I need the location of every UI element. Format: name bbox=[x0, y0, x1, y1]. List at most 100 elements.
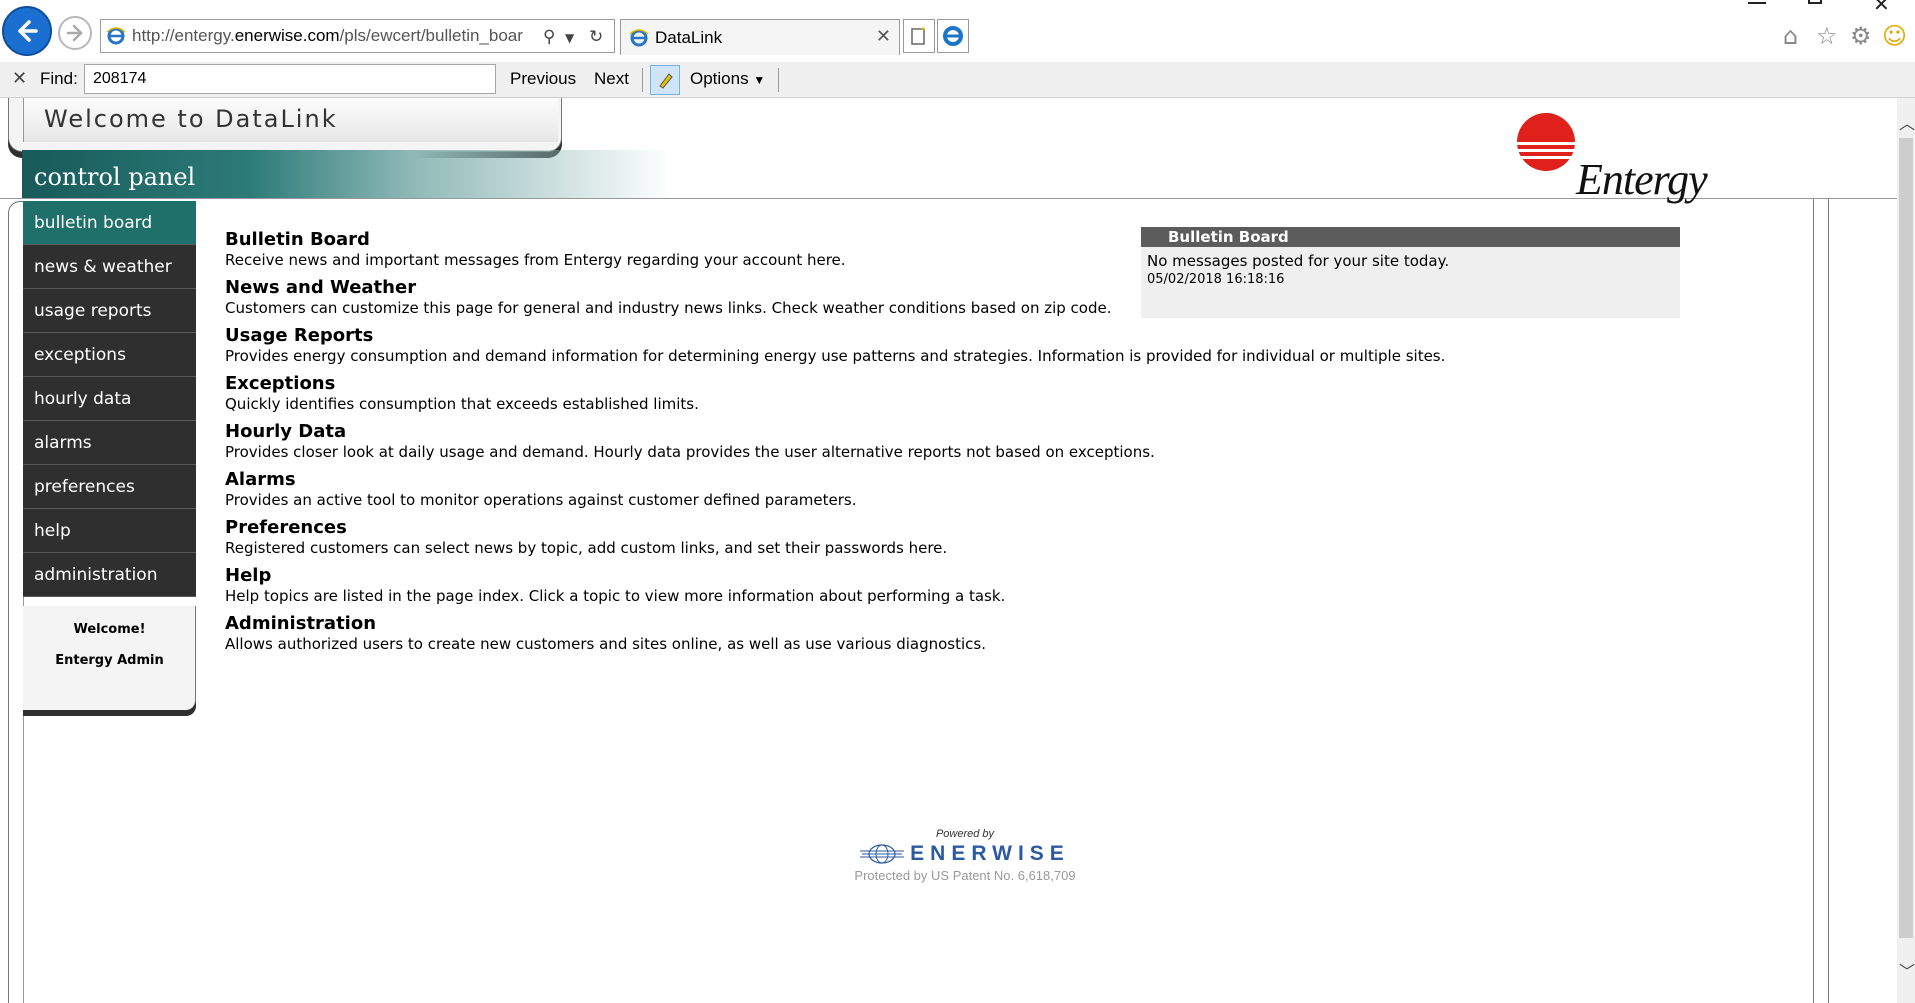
new-tab-icon bbox=[911, 27, 925, 45]
user-welcome-box: Welcome! Entergy Admin bbox=[23, 606, 196, 710]
welcome-inner: Welcome to DataLink bbox=[23, 98, 558, 142]
tab-title: DataLink bbox=[655, 27, 723, 47]
url-prefix: http://entergy. bbox=[132, 26, 235, 45]
frame-border bbox=[8, 201, 24, 1003]
find-options-label: Options bbox=[690, 69, 749, 88]
nav-item-administration[interactable]: administration bbox=[23, 553, 196, 597]
find-input[interactable] bbox=[84, 64, 496, 94]
search-icon[interactable]: ⚲ bbox=[543, 27, 555, 47]
welcome-header: Welcome to DataLink bbox=[8, 98, 562, 152]
section-title: Exceptions bbox=[225, 373, 336, 394]
powered-by-footer: Powered by ENERWISE Protected by US Pate… bbox=[840, 828, 1090, 888]
section-preferences: Preferences Registered customers can sel… bbox=[225, 517, 1525, 565]
tab-datalink[interactable]: DataLink ✕ bbox=[620, 19, 900, 55]
find-bar: ✕ Find: Previous Next Options ▼ bbox=[0, 62, 1915, 98]
find-separator bbox=[778, 68, 779, 92]
section-description: Quickly identifies consumption that exce… bbox=[225, 395, 699, 413]
section-description: Provides closer look at daily usage and … bbox=[225, 443, 1155, 461]
scrollbar-thumb[interactable] bbox=[1899, 138, 1913, 938]
find-separator bbox=[642, 68, 643, 92]
nav-item-alarms[interactable]: alarms bbox=[23, 421, 196, 465]
bulletin-panel-header: Bulletin Board bbox=[1141, 227, 1680, 247]
control-panel-banner: control panel bbox=[22, 150, 672, 198]
scroll-down-icon[interactable]: ﹀ bbox=[1899, 958, 1915, 982]
enerwise-logo: ENERWISE bbox=[840, 842, 1090, 866]
bulletin-message: No messages posted for your site today. bbox=[1147, 252, 1450, 270]
url-domain: enerwise.com bbox=[234, 26, 340, 45]
highlight-button[interactable] bbox=[650, 65, 680, 95]
edge-button[interactable] bbox=[937, 19, 969, 53]
section-title: Usage Reports bbox=[225, 325, 374, 346]
tab-close-icon[interactable]: ✕ bbox=[876, 26, 891, 47]
section-hourly-data: Hourly Data Provides closer look at dail… bbox=[225, 421, 1525, 469]
find-close-icon[interactable]: ✕ bbox=[12, 68, 27, 89]
vertical-scrollbar[interactable]: ︿ ﹀ bbox=[1897, 98, 1915, 1003]
edge-icon bbox=[943, 26, 963, 46]
highlighter-icon bbox=[659, 73, 673, 89]
section-alarms: Alarms Provides an active tool to monito… bbox=[225, 469, 1525, 517]
welcome-line: Welcome! bbox=[73, 622, 146, 637]
url-suffix: /pls/ewcert/bulletin_boar bbox=[339, 26, 523, 45]
nav-item-exceptions[interactable]: exceptions bbox=[23, 333, 196, 377]
back-arrow-icon bbox=[18, 20, 38, 42]
find-next-button[interactable]: Next bbox=[594, 69, 629, 89]
nav-item-news-weather[interactable]: news & weather bbox=[23, 245, 196, 289]
back-button[interactable] bbox=[2, 6, 52, 56]
window-minimize-button[interactable] bbox=[1748, 0, 1766, 4]
entergy-logo: Entergy bbox=[1516, 112, 1726, 204]
section-title: Administration bbox=[225, 613, 377, 634]
star-icon[interactable]: ☆ bbox=[1816, 22, 1838, 50]
nav-item-preferences[interactable]: preferences bbox=[23, 465, 196, 509]
address-bar[interactable]: http://entergy.enerwise.com/pls/ewcert/b… bbox=[100, 19, 615, 53]
section-help: Help Help topics are listed in the page … bbox=[225, 565, 1525, 613]
browser-chrome: http://entergy.enerwise.com/pls/ewcert/b… bbox=[0, 0, 1915, 62]
entergy-logo-icon bbox=[1516, 113, 1576, 171]
frame-border bbox=[1813, 199, 1814, 1003]
page-content: Welcome to DataLink control panel Enterg… bbox=[0, 98, 1897, 1003]
scroll-up-icon[interactable]: ︿ bbox=[1899, 110, 1915, 134]
control-panel-nav: bulletin board news & weather usage repo… bbox=[23, 201, 196, 597]
section-description: Allows authorized users to create new cu… bbox=[225, 635, 986, 653]
frame-border bbox=[1828, 199, 1829, 1003]
nav-item-help[interactable]: help bbox=[23, 509, 196, 553]
window-maximize-button[interactable] bbox=[1808, 0, 1822, 4]
section-title: Help bbox=[225, 565, 272, 586]
refresh-icon[interactable]: ↻ bbox=[589, 27, 603, 47]
url-text[interactable]: http://entergy.enerwise.com/pls/ewcert/b… bbox=[132, 26, 537, 46]
globe-icon bbox=[860, 844, 905, 864]
home-icon[interactable]: ⌂ bbox=[1783, 22, 1798, 50]
welcome-title: Welcome to DataLink bbox=[44, 105, 338, 133]
section-title: Hourly Data bbox=[225, 421, 347, 442]
control-panel-title: control panel bbox=[34, 163, 196, 191]
find-options-button[interactable]: Options ▼ bbox=[690, 69, 765, 89]
forward-button[interactable] bbox=[58, 16, 92, 50]
gear-icon[interactable]: ⚙ bbox=[1850, 22, 1872, 50]
find-previous-button[interactable]: Previous bbox=[510, 69, 576, 89]
section-administration: Administration Allows authorized users t… bbox=[225, 613, 1525, 661]
ie-page-icon bbox=[629, 28, 649, 46]
forward-arrow-icon bbox=[66, 24, 83, 42]
window-close-button[interactable]: ✕ bbox=[1873, 0, 1890, 16]
section-title: Alarms bbox=[225, 469, 296, 490]
ie-page-icon bbox=[106, 27, 126, 45]
section-description: Registered customers can select news by … bbox=[225, 539, 948, 557]
powered-by-label: Powered by bbox=[935, 828, 995, 840]
smiley-icon[interactable]: ☺ bbox=[1882, 22, 1907, 50]
bulletin-timestamp: 05/02/2018 16:18:16 bbox=[1147, 272, 1285, 287]
patent-notice: Protected by US Patent No. 6,618,709 bbox=[854, 868, 1076, 883]
section-exceptions: Exceptions Quickly identifies consumptio… bbox=[225, 373, 1525, 421]
section-description: Help topics are listed in the page index… bbox=[225, 587, 1006, 605]
section-title: Preferences bbox=[225, 517, 347, 538]
section-description: Provides energy consumption and demand i… bbox=[225, 347, 1446, 365]
nav-item-hourly-data[interactable]: hourly data bbox=[23, 377, 196, 421]
nav-item-bulletin-board[interactable]: bulletin board bbox=[23, 201, 196, 245]
dropdown-arrow-icon[interactable]: ▼ bbox=[565, 31, 574, 45]
section-usage-reports: Usage Reports Provides energy consumptio… bbox=[225, 325, 1525, 373]
entergy-logo-text: Entergy bbox=[1576, 155, 1708, 204]
section-description: Provides an active tool to monitor opera… bbox=[225, 491, 857, 509]
new-tab-button[interactable] bbox=[903, 19, 935, 53]
dropdown-arrow-icon: ▼ bbox=[753, 73, 766, 87]
bulletin-board-panel: Bulletin Board No messages posted for yo… bbox=[1141, 227, 1680, 318]
nav-item-usage-reports[interactable]: usage reports bbox=[23, 289, 196, 333]
user-name: Entergy Admin bbox=[55, 653, 164, 668]
